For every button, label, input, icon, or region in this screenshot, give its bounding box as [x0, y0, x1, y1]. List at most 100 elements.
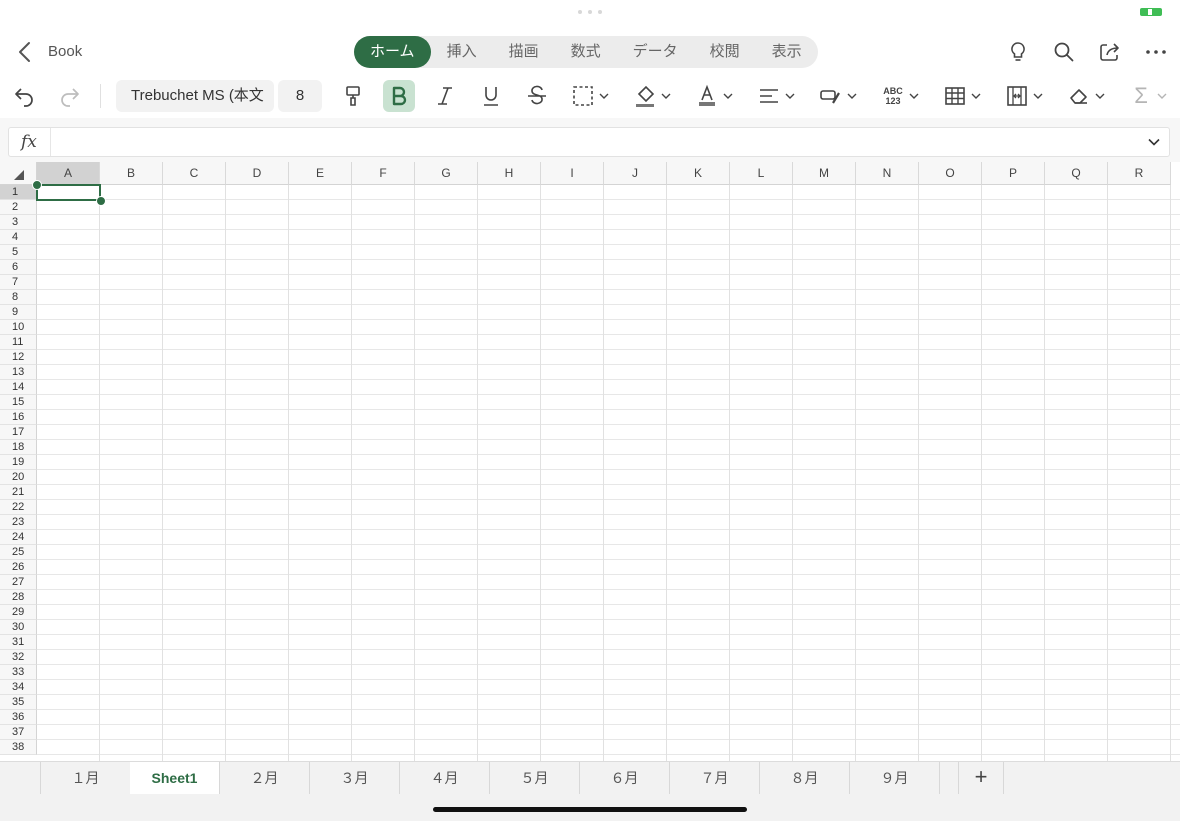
clear-dropdown[interactable]	[1067, 82, 1105, 110]
search-icon[interactable]	[1052, 40, 1076, 64]
sheet-tab[interactable]: ９月	[850, 762, 940, 794]
column-header[interactable]: I	[541, 162, 604, 185]
sheet-tab[interactable]: ８月	[760, 762, 850, 794]
font-color-dropdown[interactable]	[695, 82, 733, 110]
sheet-tab[interactable]: １月	[40, 762, 131, 794]
column-header[interactable]: M	[793, 162, 856, 185]
column-header[interactable]: L	[730, 162, 793, 185]
selection-handle-bottom-right[interactable]	[96, 196, 106, 206]
column-header[interactable]: Q	[1045, 162, 1108, 185]
row-header[interactable]: 20	[0, 470, 37, 485]
bold-button[interactable]	[383, 80, 415, 112]
wrap-text-dropdown[interactable]	[819, 82, 857, 110]
column-header[interactable]: R	[1108, 162, 1171, 185]
column-header[interactable]: E	[289, 162, 352, 185]
column-header[interactable]: N	[856, 162, 919, 185]
column-header[interactable]: D	[226, 162, 289, 185]
row-header[interactable]: 4	[0, 230, 37, 245]
fill-color-dropdown[interactable]	[633, 82, 671, 110]
column-header[interactable]: A	[37, 162, 100, 185]
home-indicator[interactable]	[433, 807, 747, 812]
lightbulb-icon[interactable]	[1006, 40, 1030, 64]
row-header[interactable]: 30	[0, 620, 37, 635]
tab-view[interactable]: 表示	[756, 36, 818, 68]
row-header[interactable]: 6	[0, 260, 37, 275]
borders-dropdown[interactable]	[571, 82, 609, 110]
fx-icon[interactable]: fx	[21, 132, 37, 152]
tab-home[interactable]: ホーム	[354, 36, 431, 68]
row-header[interactable]: 33	[0, 665, 37, 680]
cell-grid[interactable]	[37, 185, 1180, 761]
underline-icon[interactable]	[479, 84, 503, 108]
row-header[interactable]: 18	[0, 440, 37, 455]
font-size-field[interactable]: 8	[278, 80, 322, 112]
table-dropdown[interactable]	[943, 82, 981, 110]
row-header[interactable]: 36	[0, 710, 37, 725]
column-header[interactable]: O	[919, 162, 982, 185]
more-icon[interactable]	[1144, 40, 1168, 64]
sheet-tab[interactable]: ３月	[310, 762, 400, 794]
formula-input[interactable]	[59, 131, 1143, 155]
column-header[interactable]: B	[100, 162, 163, 185]
column-header[interactable]: H	[478, 162, 541, 185]
tab-insert[interactable]: 挿入	[431, 36, 493, 68]
row-header[interactable]: 7	[0, 275, 37, 290]
row-header[interactable]: 38	[0, 740, 37, 755]
row-header[interactable]: 28	[0, 590, 37, 605]
row-header[interactable]: 2	[0, 200, 37, 215]
row-header[interactable]: 17	[0, 425, 37, 440]
sheet-tab[interactable]: ５月	[490, 762, 580, 794]
column-header[interactable]: F	[352, 162, 415, 185]
selected-cell-a1[interactable]	[36, 184, 101, 201]
row-header[interactable]: 37	[0, 725, 37, 740]
multitasking-grip[interactable]	[578, 10, 602, 14]
row-header[interactable]: 31	[0, 635, 37, 650]
redo-icon[interactable]	[58, 84, 82, 108]
align-dropdown[interactable]	[757, 82, 795, 110]
sheet-tab[interactable]: ４月	[400, 762, 490, 794]
row-header[interactable]: 24	[0, 530, 37, 545]
select-all-corner[interactable]	[0, 162, 37, 185]
row-header[interactable]: 27	[0, 575, 37, 590]
row-header[interactable]: 11	[0, 335, 37, 350]
format-painter-icon[interactable]	[341, 84, 365, 108]
row-header[interactable]: 26	[0, 560, 37, 575]
row-header[interactable]: 29	[0, 605, 37, 620]
tab-draw[interactable]: 描画	[493, 36, 555, 68]
column-header[interactable]: C	[163, 162, 226, 185]
back-chevron-icon[interactable]	[16, 41, 36, 63]
tab-review[interactable]: 校閲	[694, 36, 756, 68]
row-header[interactable]: 9	[0, 305, 37, 320]
row-header[interactable]: 21	[0, 485, 37, 500]
worksheet[interactable]: ABCDEFGHIJKLMNOPQR 1 2 3 4 5 6 7 8 9 10 11 12 13 14 15…	[0, 162, 1180, 761]
document-title[interactable]: Book	[48, 43, 82, 60]
strikethrough-icon[interactable]	[525, 84, 549, 108]
row-header[interactable]: 3	[0, 215, 37, 230]
row-header[interactable]: 15	[0, 395, 37, 410]
column-header[interactable]: J	[604, 162, 667, 185]
column-header[interactable]: P	[982, 162, 1045, 185]
undo-icon[interactable]	[12, 84, 36, 108]
row-header[interactable]: 10	[0, 320, 37, 335]
row-header[interactable]: 1	[0, 185, 37, 200]
row-header[interactable]: 13	[0, 365, 37, 380]
row-header[interactable]: 34	[0, 680, 37, 695]
sheet-tab[interactable]: ６月	[580, 762, 670, 794]
row-header[interactable]: 16	[0, 410, 37, 425]
share-icon[interactable]	[1098, 40, 1122, 64]
number-format-dropdown[interactable]: ABC 123	[881, 82, 919, 110]
expand-chevron-down-icon[interactable]	[1147, 135, 1161, 149]
row-header[interactable]: 5	[0, 245, 37, 260]
sheet-tab[interactable]: ７月	[670, 762, 760, 794]
sheet-tab[interactable]: Sheet1	[130, 762, 220, 794]
row-header[interactable]: 23	[0, 515, 37, 530]
selection-handle-top-left[interactable]	[32, 180, 42, 190]
autosum-dropdown[interactable]: Σ	[1129, 82, 1167, 110]
row-header[interactable]: 32	[0, 650, 37, 665]
sheet-tab[interactable]: ２月	[220, 762, 310, 794]
italic-icon[interactable]	[433, 84, 457, 108]
row-header[interactable]: 22	[0, 500, 37, 515]
row-header[interactable]: 19	[0, 455, 37, 470]
column-header[interactable]: G	[415, 162, 478, 185]
tab-formulas[interactable]: 数式	[555, 36, 617, 68]
